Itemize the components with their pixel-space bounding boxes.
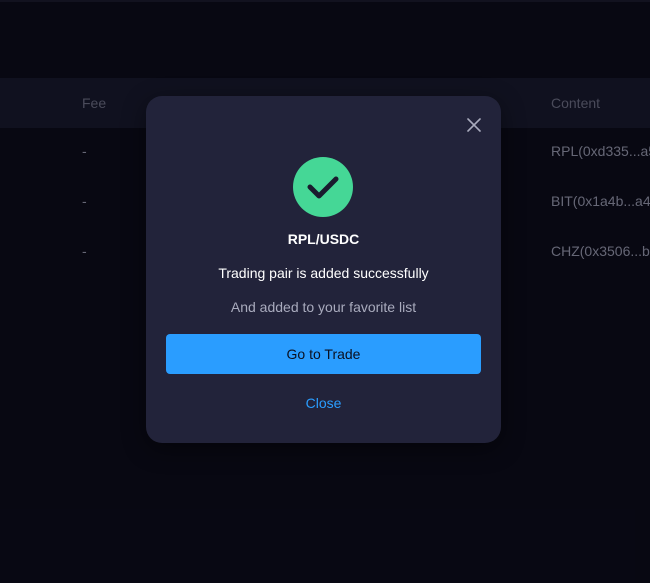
close-button[interactable]: Close [146,395,501,411]
go-to-trade-button[interactable]: Go to Trade [166,334,481,374]
success-dialog: RPL/USDC Trading pair is added successfu… [146,96,501,443]
page: Fee Content - RPL(0xd335...a5 - BIT(0x1a… [0,0,650,583]
close-icon[interactable] [467,118,481,132]
checkmark-icon [307,176,339,199]
favorite-message: And added to your favorite list [230,299,417,315]
checkmark-circle-icon [293,157,353,217]
trading-pair-name: RPL/USDC [287,231,360,247]
success-message: Trading pair is added successfully [218,265,429,281]
